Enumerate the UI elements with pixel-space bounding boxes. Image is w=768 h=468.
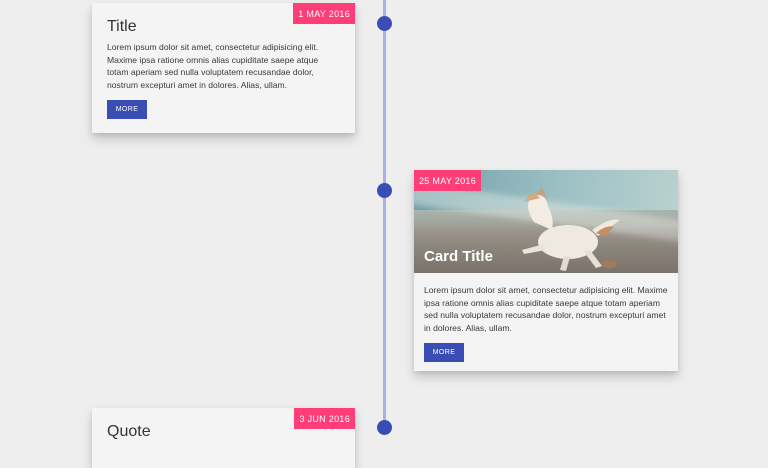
date-badge: 1 MAY 2016: [293, 3, 355, 24]
card-title: Title: [107, 18, 137, 35]
timeline-dot-1: [377, 16, 392, 31]
timeline-line: [383, 0, 386, 432]
timeline-dot-2: [377, 183, 392, 198]
date-badge: 3 JUN 2016: [294, 408, 355, 429]
timeline-card-2: Card Title 25 MAY 2016 Lorem ipsum dolor…: [414, 170, 678, 371]
timeline-card-3: 3 JUN 2016 Quote: [92, 408, 355, 468]
more-button[interactable]: MORE: [107, 100, 147, 119]
timeline-card-1: 1 MAY 2016 Title Lorem ipsum dolor sit a…: [92, 3, 355, 133]
timeline-dot-3: [377, 420, 392, 435]
card-image-title: Card Title: [424, 248, 493, 265]
card-body-text: Lorem ipsum dolor sit amet, consectetur …: [424, 285, 668, 333]
more-button[interactable]: MORE: [424, 343, 464, 362]
card-body-text: Lorem ipsum dolor sit amet, consectetur …: [107, 42, 319, 90]
date-badge: 25 MAY 2016: [414, 170, 482, 191]
card-title: Quote: [107, 423, 151, 440]
